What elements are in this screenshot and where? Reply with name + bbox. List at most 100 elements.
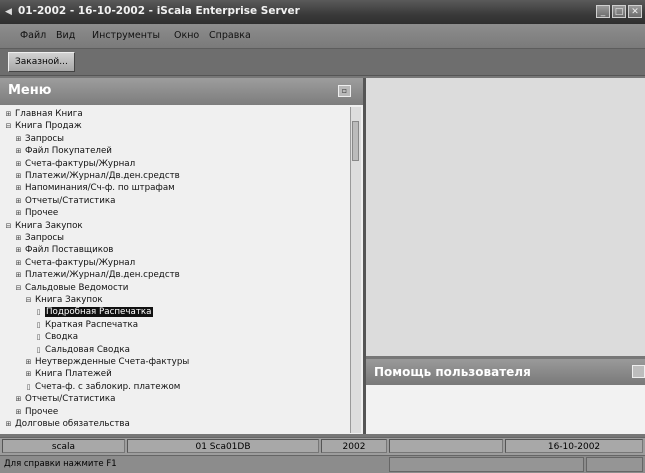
tree-item[interactable]: ⊞ Прочее	[14, 208, 59, 219]
status-year: 2002	[321, 439, 387, 453]
expander-minus-icon[interactable]: ⊟	[14, 283, 23, 294]
menu-panel-header: Меню ▫	[0, 78, 363, 105]
menu-panel-pin-button[interactable]: ▫	[338, 85, 351, 97]
tree-item[interactable]: ⊞ Неутвержденные Счета-фактуры	[24, 357, 190, 368]
status-empty	[389, 439, 503, 453]
tree-item-label: Книга Платежей	[35, 369, 112, 380]
tree-item[interactable]: ▯ Сводка	[34, 332, 79, 343]
tree-item-label: Счета-ф. с заблокир. платежом	[35, 381, 181, 392]
expander-plus-icon[interactable]: ⊞	[24, 357, 33, 368]
tree-item[interactable]: ⊞ Прочее	[14, 406, 59, 418]
maximize-button[interactable]: □	[612, 5, 626, 18]
menu-tools[interactable]: Инструменты	[92, 30, 160, 41]
tree-item[interactable]: ⊟ Сальдовые Ведомости	[14, 282, 129, 294]
expander-plus-icon[interactable]: ⊞	[14, 134, 23, 145]
document-icon[interactable]: ▯	[34, 345, 43, 356]
tree-item-label: Платежи/Журнал/Дв.ден.средств	[25, 171, 180, 181]
expander-plus-icon[interactable]: ⊞	[24, 369, 33, 380]
tree-item-label: Главная Книга	[15, 109, 83, 119]
expander-plus-icon[interactable]: ⊞	[14, 270, 23, 281]
tree-item[interactable]: ⊞ Запросы	[14, 134, 64, 145]
expander-plus-icon[interactable]: ⊞	[14, 208, 23, 219]
expander-plus-icon[interactable]: ⊞	[14, 233, 23, 244]
tree-item-label: Прочее	[25, 208, 59, 219]
tree-item-label: Прочее	[25, 406, 59, 417]
tree-item-label: Запросы	[25, 133, 65, 144]
scrollbar-thumb[interactable]	[352, 121, 359, 161]
tree-item[interactable]: ▯ Краткая Распечатка	[34, 319, 139, 331]
tree-item[interactable]: ▯ Счета-ф. с заблокир. платежом	[24, 381, 181, 393]
window-title: 01-2002 - 16-10-2002 - iScala Enterprise…	[18, 5, 300, 17]
hint-cell	[389, 457, 584, 472]
close-button[interactable]: ✕	[628, 5, 642, 18]
help-panel-title: Помощь пользователя	[374, 365, 531, 379]
help-panel-minimize-button[interactable]	[632, 365, 645, 378]
tree-item[interactable]: ⊞ Долговые обязательства	[4, 419, 130, 430]
help-panel: Помощь пользователя	[366, 359, 645, 434]
expander-plus-icon[interactable]: ⊞	[14, 196, 23, 207]
tree-item[interactable]: ⊞ Платежи/Журнал/Дв.ден.средств	[14, 171, 180, 182]
expander-plus-icon[interactable]: ⊞	[14, 407, 23, 418]
menu-panel-title: Меню	[8, 83, 52, 98]
tree-item[interactable]: ⊞ Платежи/Журнал/Дв.ден.средств	[14, 270, 180, 281]
document-icon[interactable]: ▯	[34, 320, 43, 331]
expander-minus-icon[interactable]: ⊟	[24, 295, 33, 306]
tree-item[interactable]: ⊞ Счета-фактуры/Журнал	[14, 158, 136, 170]
menu-help[interactable]: Справка	[209, 30, 251, 41]
hint-bar: Для справки нажмите F1	[0, 455, 645, 473]
tree-item[interactable]: ⊞ Отчеты/Статистика	[14, 196, 116, 207]
status-company: 01 Sca01DB	[127, 439, 319, 453]
tree-item-label: Запросы	[25, 233, 65, 243]
tree-item[interactable]: ⊟ Книга Закупок	[4, 221, 83, 232]
tree-item[interactable]: ⊞ Отчеты/Статистика	[14, 394, 116, 405]
expander-plus-icon[interactable]: ⊞	[14, 394, 23, 405]
menu-tree-scrollbar[interactable]	[350, 107, 361, 433]
expander-plus-icon[interactable]: ⊞	[4, 109, 13, 120]
menu-view[interactable]: Вид	[56, 30, 75, 41]
document-icon[interactable]: ▯	[34, 332, 43, 343]
tree-item-label: Счета-фактуры/Журнал	[25, 158, 136, 169]
tree-item-label: Счета-фактуры/Журнал	[25, 257, 136, 268]
document-icon[interactable]: ▯	[24, 382, 33, 393]
tree-item[interactable]: ⊞ Напоминания/Сч-ф. по штрафам	[14, 183, 175, 194]
tree-item[interactable]: ⊞ Книга Платежей	[24, 369, 112, 380]
document-icon[interactable]: ▯	[34, 307, 43, 318]
expander-plus-icon[interactable]: ⊞	[14, 258, 23, 269]
tree-item[interactable]: ⊞ Счета-фактуры/Журнал	[14, 257, 136, 269]
app-icon[interactable]: ◀	[5, 7, 15, 17]
tree-item-label: Книга Закупок	[35, 295, 103, 305]
tree-item[interactable]: ⊞ Файл Поставщиков	[14, 245, 114, 256]
tree-item-label: Краткая Распечатка	[45, 319, 139, 330]
expander-minus-icon[interactable]: ⊟	[4, 121, 13, 132]
minimize-button[interactable]: _	[596, 5, 610, 18]
tree-item-label: Сальдовые Ведомости	[25, 282, 129, 293]
tree-item[interactable]: ⊞ Запросы	[14, 233, 64, 244]
tree-item[interactable]: ⊞ Главная Книга	[4, 109, 83, 120]
tree-item-label: Долговые обязательства	[15, 419, 130, 429]
tree-item-label: Книга Закупок	[15, 220, 83, 231]
expander-plus-icon[interactable]: ⊞	[4, 419, 13, 430]
status-date: 16-10-2002	[505, 439, 643, 453]
expander-plus-icon[interactable]: ⊞	[14, 183, 23, 194]
tree-item[interactable]: ⊞ Файл Покупателей	[14, 146, 112, 157]
tree-item[interactable]: ▯ Подробная Распечатка	[34, 307, 153, 318]
tree-item-label: Файл Поставщиков	[25, 245, 114, 256]
expander-plus-icon[interactable]: ⊞	[14, 245, 23, 256]
menu-panel: Меню ▫ ⊞ Главная Книга ⊟ Книга Продаж ⊞ Запро…	[0, 78, 366, 434]
help-panel-header: Помощь пользователя	[366, 359, 645, 385]
expander-plus-icon[interactable]: ⊞	[14, 159, 23, 170]
expander-plus-icon[interactable]: ⊞	[14, 146, 23, 157]
hint-text: Для справки нажмите F1	[4, 459, 117, 469]
menu-file[interactable]: Файл	[20, 30, 46, 41]
hint-cell-right	[586, 457, 643, 472]
tree-item[interactable]: ⊟ Книга Продаж	[4, 121, 82, 132]
tree-item[interactable]: ⊟ Книга Закупок	[24, 295, 103, 306]
expander-minus-icon[interactable]: ⊟	[4, 221, 13, 232]
tree-item-label: Платежи/Журнал/Дв.ден.средств	[25, 270, 180, 281]
expander-plus-icon[interactable]: ⊞	[14, 171, 23, 182]
toolbar: Заказной...	[0, 49, 645, 76]
menu-window[interactable]: Окно	[174, 30, 199, 41]
custom-button[interactable]: Заказной...	[8, 52, 75, 72]
menu-tree: ⊞ Главная Книга ⊟ Книга Продаж ⊞ Запросы ⊞ Файл…	[0, 107, 350, 433]
tree-item[interactable]: ▯ Сальдовая Сводка	[34, 345, 130, 356]
